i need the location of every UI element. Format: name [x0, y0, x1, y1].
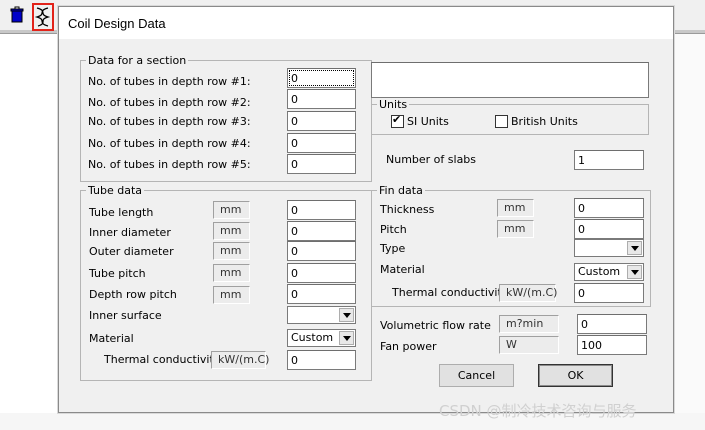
tube-pitch-input[interactable] [287, 263, 356, 283]
fin-material-select[interactable]: Custom [574, 263, 644, 281]
fin-material-value: Custom [578, 265, 621, 278]
si-units-checkbox[interactable]: ✔ [391, 113, 404, 128]
fin-conductivity-unit: kW/(m.C) [499, 284, 557, 302]
tube-length-label: Tube length [89, 206, 154, 219]
notes-field[interactable] [371, 62, 649, 98]
tube-material-label: Material [89, 332, 134, 345]
depth-row-3-label: No. of tubes in depth row #3: [88, 115, 251, 128]
depth-row-2-label: No. of tubes in depth row #2: [88, 96, 251, 109]
volumetric-flow-input[interactable] [577, 314, 647, 334]
depth-row-5-label: No. of tubes in depth row #5: [88, 158, 251, 171]
tube-conductivity-input[interactable] [287, 350, 356, 370]
coil-icon[interactable] [32, 3, 54, 31]
chevron-down-icon[interactable] [339, 308, 354, 322]
british-units-checkbox[interactable] [495, 115, 508, 128]
fin-thickness-unit: mm [497, 199, 534, 217]
fin-pitch-input[interactable] [574, 219, 644, 239]
chevron-down-icon[interactable] [627, 265, 642, 279]
outer-diameter-unit: mm [213, 242, 250, 260]
tube-pitch-unit: mm [213, 264, 250, 282]
number-of-slabs-input[interactable] [574, 150, 644, 170]
fan-power-unit: W [499, 336, 559, 354]
volumetric-flow-label: Volumetric flow rate [380, 319, 491, 332]
tube-length-unit: mm [213, 201, 250, 219]
tube-conductivity-label: Thermal conductivity [104, 353, 221, 366]
depth-row-1-label: No. of tubes in depth row #1: [88, 75, 251, 88]
depth-row-1-input[interactable] [287, 68, 356, 88]
fin-pitch-unit: mm [497, 220, 534, 238]
fan-power-input[interactable] [577, 335, 647, 355]
chevron-down-icon[interactable] [627, 241, 642, 255]
ok-button[interactable]: OK [538, 364, 613, 387]
inner-surface-select[interactable] [287, 306, 356, 324]
fin-type-select[interactable] [574, 239, 644, 257]
inner-diameter-input[interactable] [287, 221, 356, 241]
depth-row-pitch-input[interactable] [287, 284, 356, 304]
depth-row-4-input[interactable] [287, 133, 356, 153]
fin-type-label: Type [380, 242, 406, 255]
depth-row-4-label: No. of tubes in depth row #4: [88, 137, 251, 150]
section-data-legend: Data for a section [88, 54, 187, 67]
tube-material-select[interactable]: Custom [287, 329, 356, 347]
dialog-titlebar[interactable]: Coil Design Data [59, 7, 673, 39]
fin-conductivity-input[interactable] [574, 283, 644, 303]
depth-row-pitch-label: Depth row pitch [89, 288, 177, 301]
units-legend: Units [379, 98, 408, 111]
fin-pitch-label: Pitch [380, 223, 407, 236]
chevron-down-icon[interactable] [339, 331, 354, 345]
inner-diameter-label: Inner diameter [89, 226, 171, 239]
inner-surface-label: Inner surface [89, 309, 162, 322]
background-app-area [674, 34, 705, 430]
tube-material-value: Custom [291, 331, 334, 344]
tube-conductivity-unit: kW/(m.C) [211, 351, 269, 369]
fan-power-label: Fan power [380, 340, 437, 353]
tube-length-input[interactable] [287, 200, 356, 220]
tube-pitch-label: Tube pitch [89, 267, 146, 280]
fin-material-label: Material [380, 263, 425, 276]
outer-diameter-label: Outer diameter [89, 245, 174, 258]
cancel-button[interactable]: Cancel [439, 364, 514, 387]
inner-diameter-unit: mm [213, 222, 250, 240]
tube-data-legend: Tube data [88, 184, 143, 197]
fin-thickness-label: Thickness [380, 203, 435, 216]
depth-row-3-input[interactable] [287, 111, 356, 131]
coil-design-dialog: Coil Design Data Data for a section No. … [58, 6, 674, 413]
fin-thickness-input[interactable] [574, 198, 644, 218]
british-units-label: British Units [511, 115, 578, 128]
number-of-slabs-label: Number of slabs [386, 153, 477, 166]
fin-conductivity-label: Thermal conductivity [392, 286, 509, 299]
trash-icon[interactable] [8, 6, 26, 24]
volumetric-flow-unit: m?min [499, 315, 559, 333]
outer-diameter-input[interactable] [287, 241, 356, 261]
fin-data-legend: Fin data [379, 184, 423, 197]
si-units-label: SI Units [407, 115, 449, 128]
depth-row-pitch-unit: mm [213, 286, 250, 304]
check-mark-icon: ✔ [392, 113, 402, 126]
dialog-title: Coil Design Data [68, 16, 166, 31]
depth-row-2-input[interactable] [287, 89, 356, 109]
watermark-text: CSDN @制冷技术咨询与服务 [439, 402, 637, 420]
depth-row-5-input[interactable] [287, 154, 356, 174]
